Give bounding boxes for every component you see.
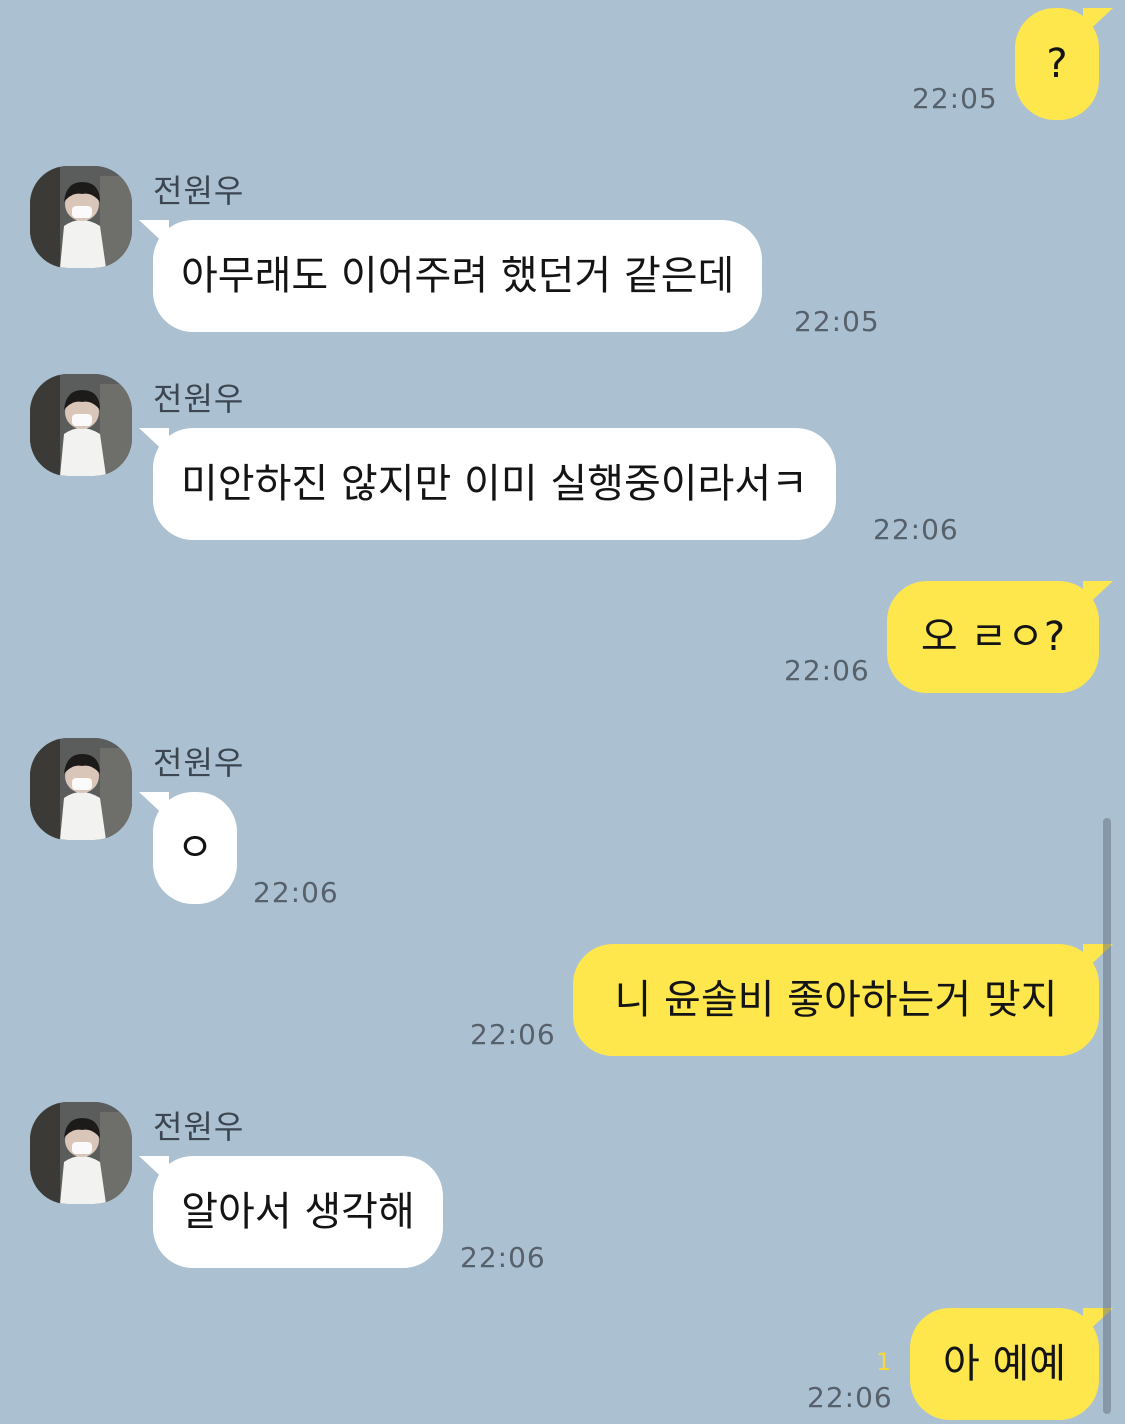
outgoing-message-bubble[interactable]: 니 윤솔비 좋아하는거 맞지 <box>573 944 1113 1056</box>
message-text: 아무래도 이어주려 했던거 같은데 <box>181 253 735 299</box>
sender-avatar[interactable] <box>30 166 132 268</box>
chat-room: 22:05 ? 전원우 아무래도 이어주려 했던거 같은데 22:05 전원우 … <box>0 0 1125 1424</box>
message-text: 니 윤솔비 좋아하는거 맞지 <box>614 977 1058 1023</box>
outgoing-message-bubble[interactable]: ? <box>1015 8 1113 120</box>
incoming-message-bubble[interactable]: 알아서 생각해 <box>139 1156 443 1268</box>
outgoing-message-bubble[interactable]: 아 예예 <box>910 1308 1113 1420</box>
sender-name: 전원우 <box>153 380 245 418</box>
message-time: 22:06 <box>784 654 870 687</box>
message-text: 미안하진 않지만 이미 실행중이라서ㅋ <box>181 461 808 507</box>
message-text: 알아서 생각해 <box>181 1189 415 1235</box>
message-time: 22:06 <box>253 876 339 909</box>
outgoing-message-bubble[interactable]: 오 ㄹㅇ? <box>887 581 1113 693</box>
message-time: 22:05 <box>794 305 880 338</box>
message-time: 22:06 <box>807 1381 893 1414</box>
message-time: 22:06 <box>873 513 959 546</box>
sender-avatar[interactable] <box>30 374 132 476</box>
scrollbar[interactable] <box>1103 818 1111 1414</box>
incoming-message-bubble[interactable]: ㅇ <box>139 792 237 904</box>
message-time: 22:06 <box>460 1241 546 1274</box>
message-time: 22:05 <box>912 82 998 115</box>
message-text: ㅇ <box>176 825 214 871</box>
incoming-message-bubble[interactable]: 아무래도 이어주려 했던거 같은데 <box>139 220 763 332</box>
unread-count: 1 <box>876 1348 892 1376</box>
sender-avatar[interactable] <box>30 738 132 840</box>
message-text: ? <box>1046 41 1068 87</box>
sender-name: 전원우 <box>153 744 245 782</box>
sender-name: 전원우 <box>153 1108 245 1146</box>
message-text: 오 ㄹㅇ? <box>920 614 1066 660</box>
sender-name: 전원우 <box>153 172 245 210</box>
message-text: 아 예예 <box>942 1341 1067 1387</box>
incoming-message-bubble[interactable]: 미안하진 않지만 이미 실행중이라서ㅋ <box>139 428 836 540</box>
sender-avatar[interactable] <box>30 1102 132 1204</box>
message-time: 22:06 <box>470 1018 556 1051</box>
